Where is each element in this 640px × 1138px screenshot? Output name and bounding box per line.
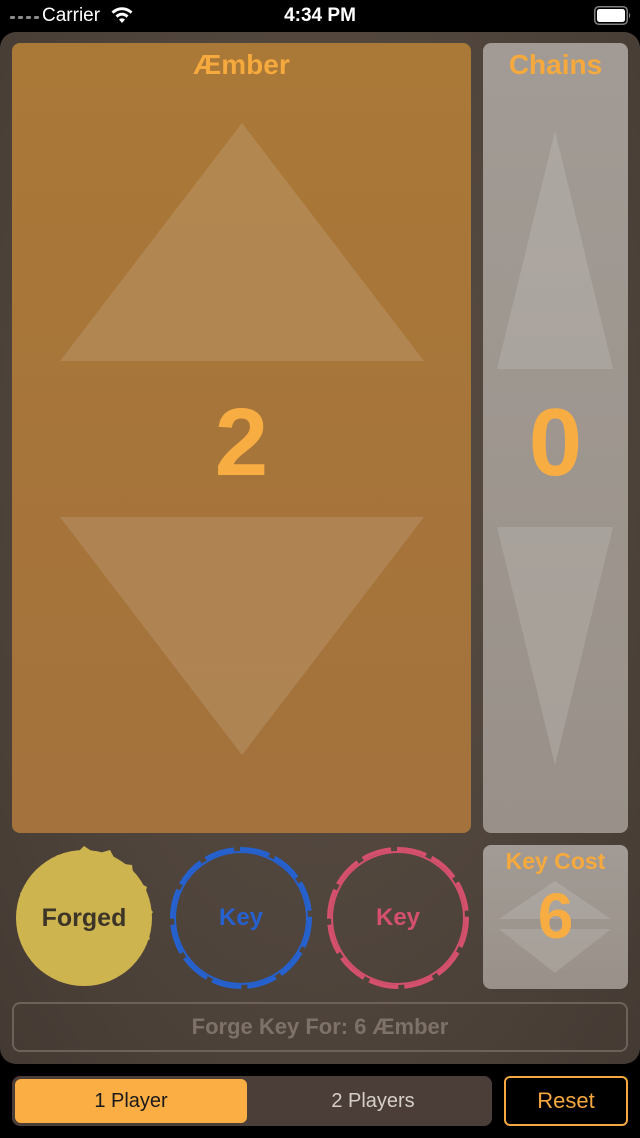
blue-key-label: Key (218, 904, 264, 931)
counter-board: Æmber 2 Chains 0 Forged Key Key Key Cost… (0, 32, 640, 1064)
red-key-token[interactable]: Key (324, 844, 472, 992)
key-cost-title: Key Cost (505, 848, 606, 874)
triangle-up-icon (60, 123, 424, 361)
battery-full-icon (594, 6, 631, 25)
triangle-down-icon (60, 517, 424, 755)
blue-key-token[interactable]: Key (167, 844, 315, 992)
chains-count: 0 (528, 389, 583, 496)
forge-key-button[interactable]: Forge Key For: 6 Æmber (12, 1002, 628, 1052)
one-player-option[interactable]: 1 Player (15, 1079, 247, 1123)
amber-panel: Æmber 2 (12, 43, 471, 833)
forged-key-token[interactable]: Forged (10, 844, 158, 992)
chains-title: Chains (508, 49, 603, 80)
amber-count: 2 (214, 389, 269, 496)
key-cost-panel: Key Cost 6 (483, 845, 628, 989)
forged-label: Forged (41, 904, 127, 932)
status-bar: Carrier 4:34 PM (0, 0, 640, 32)
reset-button[interactable]: Reset (504, 1076, 628, 1126)
chains-panel: Chains 0 (483, 43, 628, 833)
red-key-label: Key (375, 904, 421, 931)
player-mode-segmented-control: 1 Player 2 Players (12, 1076, 492, 1126)
two-players-option[interactable]: 2 Players (257, 1079, 489, 1123)
triangle-up-icon (497, 131, 613, 369)
amber-increment-button[interactable] (60, 123, 424, 361)
chains-decrement-button[interactable] (497, 527, 613, 765)
amber-title: Æmber (193, 49, 290, 80)
key-cost-value: 6 (537, 880, 574, 952)
amber-decrement-button[interactable] (60, 517, 424, 755)
chains-increment-button[interactable] (497, 131, 613, 369)
clock: 4:34 PM (284, 5, 356, 26)
triangle-down-icon (497, 527, 613, 765)
